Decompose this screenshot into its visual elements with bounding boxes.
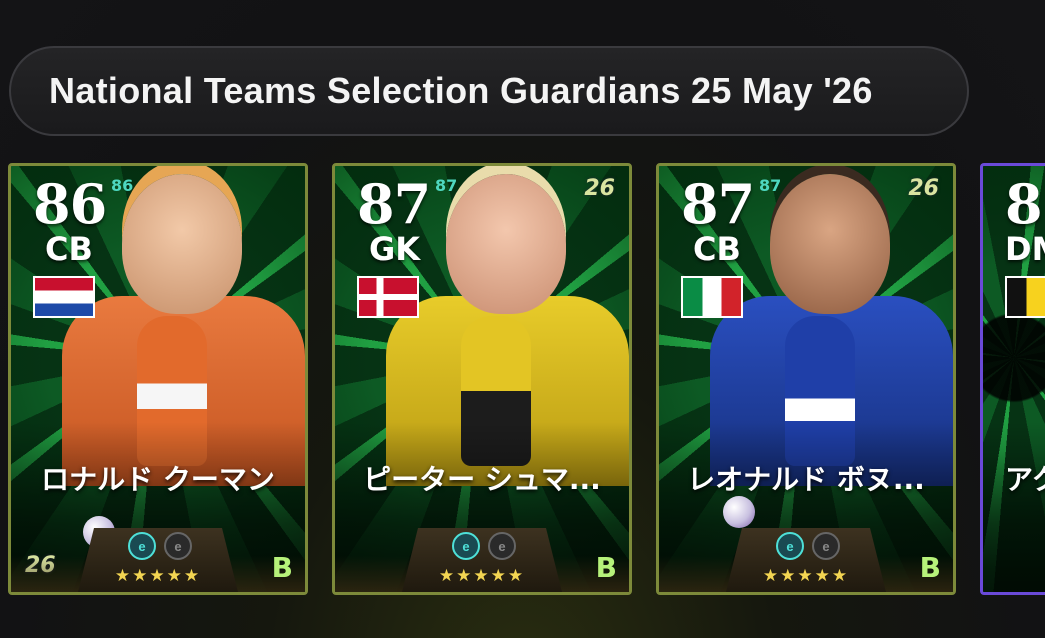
efootball-hex-gray-icon: e	[164, 532, 192, 560]
condition-grade: B	[919, 551, 941, 584]
event-title: National Teams Selection Guardians 25 Ma…	[49, 70, 873, 111]
boosted-rating: 86	[111, 176, 134, 195]
player-card-koeman[interactable]: 86 86 CB 26 ロナルド クーマン e e ★★★★★ B	[8, 163, 308, 595]
efootball-hex-icon: e	[452, 532, 480, 560]
overall-rating: 8	[1005, 172, 1043, 236]
position-label: CB	[693, 230, 741, 268]
star-rating: ★★★★★	[762, 566, 850, 585]
position-label: CB	[45, 230, 93, 268]
player-name: ロナルド クーマン	[41, 463, 275, 496]
efootball-hex-gray-icon: e	[812, 532, 840, 560]
position-label: GK	[369, 230, 421, 268]
player-card-schmeichel[interactable]: 87 87 GK 26 ピーター シュマ... e e ★★★★★ B	[332, 163, 632, 595]
condition-grade: B	[271, 551, 293, 584]
player-card-partial[interactable]: 8 DM アク	[980, 163, 1045, 595]
overall-rating: 87	[681, 172, 755, 236]
flag-italy-icon	[681, 276, 743, 318]
season-26-badge: 26	[908, 176, 939, 201]
position-label: DM	[1005, 230, 1045, 268]
efootball-hex-icon: e	[776, 532, 804, 560]
overall-rating: 86	[33, 172, 107, 236]
player-name: レオナルド ボヌ...	[687, 463, 925, 496]
player-card-bonucci[interactable]: 87 87 CB 26 レオナルド ボヌ... e e ★★★★★ B	[656, 163, 956, 595]
star-rating: ★★★★★	[438, 566, 526, 585]
player-name: アク	[1005, 463, 1045, 496]
card-shade	[983, 422, 1045, 592]
condition-grade: B	[595, 551, 617, 584]
flag-belgium-icon	[1005, 276, 1045, 318]
football-icon	[723, 496, 755, 528]
overall-rating: 87	[357, 172, 431, 236]
efootball-hex-gray-icon: e	[488, 532, 516, 560]
efootball-hex-icon: e	[128, 532, 156, 560]
season-26-badge: 26	[584, 176, 615, 201]
boosted-rating: 87	[759, 176, 782, 195]
flag-denmark-icon	[357, 276, 419, 318]
boosted-rating: 87	[435, 176, 458, 195]
flag-netherlands-icon	[33, 276, 95, 318]
star-rating: ★★★★★	[114, 566, 202, 585]
player-name: ピーター シュマ...	[363, 463, 601, 496]
event-title-pill[interactable]: National Teams Selection Guardians 25 Ma…	[9, 46, 969, 136]
